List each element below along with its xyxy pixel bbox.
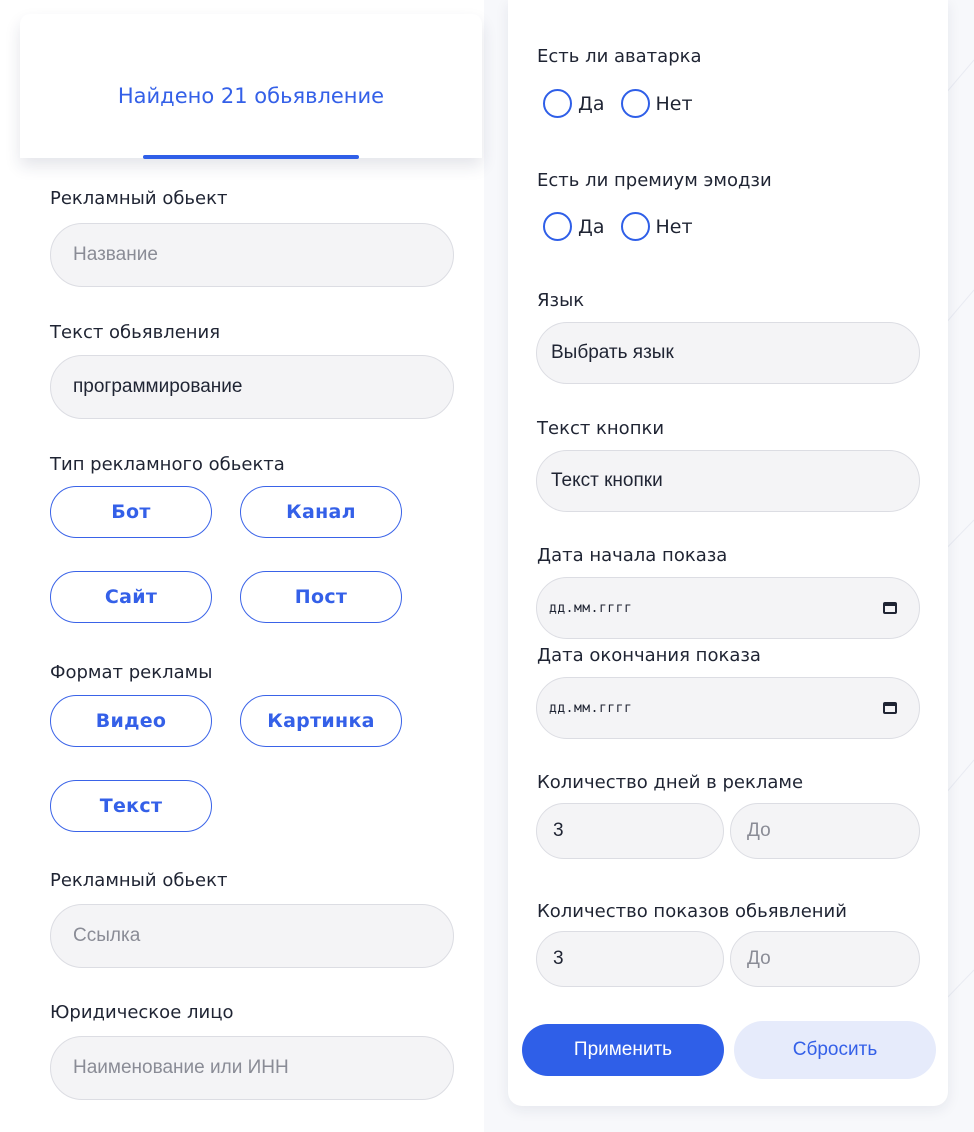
results-header: Найдено 21 обьявление [20,14,482,159]
results-count-title: Найдено 21 обьявление [117,84,385,108]
calendar-icon[interactable] [883,702,897,714]
avatar-no-label: Нет [655,92,693,115]
type-chip-bot[interactable]: Бот [50,486,212,538]
views-to-input[interactable]: До [730,931,920,987]
avatar-label: Есть ли аватарка [537,46,702,67]
start-date-label: Дата начала показа [537,545,728,566]
ad-link-label: Рекламный обьект [50,870,228,891]
ad-text-input[interactable]: программирование [50,355,454,419]
radio-circle-icon [543,212,572,241]
ad-object-label: Рекламный обьект [50,188,228,209]
end-date-label: Дата окончания показа [537,645,761,666]
calendar-icon[interactable] [883,602,897,614]
avatar-yes-radio[interactable]: Да [543,89,605,118]
button-text-label: Текст кнопки [537,418,665,439]
days-from-input[interactable]: 3 [536,803,724,859]
views-label: Количество показов обьявлений [537,901,847,922]
premium-emoji-radio-group: Да Нет [543,212,709,241]
reset-button[interactable]: Сбросить [734,1021,936,1079]
apply-button[interactable]: Применить [522,1024,724,1076]
premium-emoji-yes-radio[interactable]: Да [543,212,605,241]
start-date-input[interactable]: дд.мм.гггг [536,577,920,639]
type-chip-channel[interactable]: Канал [240,486,402,538]
button-text-input[interactable]: Текст кнопки [536,450,920,512]
avatar-no-radio[interactable]: Нет [620,89,693,118]
start-date-value: дд.мм.гггг [549,600,633,616]
premium-emoji-yes-label: Да [578,215,605,238]
radio-circle-icon [620,89,650,118]
language-label: Язык [537,290,585,311]
legal-entity-input[interactable]: Наименование или ИНН [50,1036,454,1100]
days-label: Количество дней в рекламе [537,772,804,793]
object-type-label: Тип рекламного обьекта [50,454,285,475]
format-chip-text[interactable]: Текст [50,780,212,832]
format-chip-image[interactable]: Картинка [240,695,402,747]
ad-link-input[interactable]: Ссылка [50,904,454,968]
filters-left-panel: Найдено 21 обьявление Рекламный обьект Н… [0,0,484,1132]
type-chip-site[interactable]: Сайт [50,571,212,623]
avatar-yes-label: Да [578,92,605,115]
ad-format-label: Формат рекламы [50,662,213,683]
type-chip-post[interactable]: Пост [240,571,402,623]
filters-right-panel: Есть ли аватарка Да Нет Есть ли премиум … [508,0,948,1106]
active-tab-indicator [143,155,359,159]
premium-emoji-no-label: Нет [655,215,693,238]
legal-entity-label: Юридическое лицо [50,1002,234,1023]
premium-emoji-no-radio[interactable]: Нет [620,212,693,241]
format-chip-video[interactable]: Видео [50,695,212,747]
end-date-value: дд.мм.гггг [549,700,633,716]
days-to-input[interactable]: До [730,803,920,859]
premium-emoji-label: Есть ли премиум эмодзи [537,170,772,191]
end-date-input[interactable]: дд.мм.гггг [536,677,920,739]
avatar-radio-group: Да Нет [543,89,709,118]
ad-text-label: Текст обьявления [50,322,221,343]
ad-object-name-input[interactable]: Название [50,223,454,287]
views-from-input[interactable]: 3 [536,931,724,987]
language-select[interactable]: Выбрать язык [536,322,920,384]
radio-circle-icon [543,89,572,118]
radio-circle-icon [620,212,650,241]
